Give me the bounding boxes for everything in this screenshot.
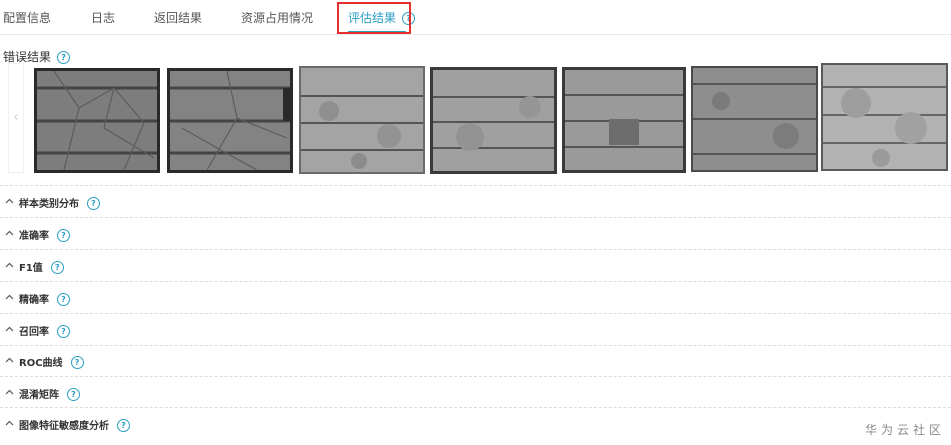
section-image-feature-sensitivity[interactable]: 图像特征敏感度分析? bbox=[0, 409, 951, 439]
error-image-thumbnail[interactable] bbox=[34, 68, 160, 173]
separator bbox=[0, 217, 951, 218]
error-image-thumbnail[interactable] bbox=[430, 67, 557, 174]
error-image-gallery: ‹ bbox=[8, 63, 948, 175]
section-label: 准确率 bbox=[19, 231, 49, 242]
section-confusion-matrix[interactable]: 混淆矩阵? bbox=[0, 378, 951, 408]
separator bbox=[0, 249, 951, 250]
separator bbox=[0, 376, 951, 377]
chevron-up-icon[interactable] bbox=[5, 261, 14, 270]
section-label: 混淆矩阵 bbox=[19, 390, 59, 401]
help-icon[interactable]: ? bbox=[57, 325, 70, 338]
error-image-thumbnail[interactable] bbox=[167, 68, 293, 173]
section-precision[interactable]: 精确率? bbox=[0, 283, 951, 313]
help-icon[interactable]: ? bbox=[87, 197, 100, 210]
chevron-up-icon[interactable] bbox=[5, 229, 14, 238]
section-f1-score[interactable]: F1值? bbox=[0, 251, 951, 281]
section-label: 精确率 bbox=[19, 295, 49, 306]
tab-config-info[interactable]: 配置信息 bbox=[3, 9, 51, 26]
section-header: ROC曲线? bbox=[19, 354, 84, 369]
chevron-up-icon[interactable] bbox=[5, 356, 14, 365]
highlight-box bbox=[337, 2, 411, 34]
tab-label: 日志 bbox=[91, 11, 116, 25]
section-header: 召回率? bbox=[19, 323, 70, 338]
section-header: 准确率? bbox=[19, 227, 70, 242]
chevron-up-icon[interactable] bbox=[5, 197, 14, 206]
chevron-up-icon[interactable] bbox=[5, 388, 14, 397]
help-icon[interactable]: ? bbox=[117, 419, 130, 432]
tab-label: 配置信息 bbox=[3, 11, 52, 25]
section-recall[interactable]: 召回率? bbox=[0, 315, 951, 345]
chevron-up-icon[interactable] bbox=[5, 293, 14, 302]
error-image-thumbnail[interactable] bbox=[299, 66, 425, 174]
section-label: 样本类别分布 bbox=[19, 199, 79, 210]
section-header: F1值? bbox=[19, 259, 64, 274]
tab-bar: 配置信息 日志 返回结果 资源占用情况 评估结果? bbox=[0, 0, 951, 35]
separator bbox=[0, 185, 951, 186]
section-label: F1值 bbox=[19, 263, 43, 274]
section-header: 精确率? bbox=[19, 291, 70, 306]
separator bbox=[0, 281, 951, 282]
section-header: 混淆矩阵? bbox=[19, 386, 80, 401]
error-image-thumbnail[interactable] bbox=[691, 66, 818, 172]
error-image-thumbnail[interactable] bbox=[821, 63, 948, 171]
tab-resource-usage[interactable]: 资源占用情况 bbox=[241, 9, 313, 26]
tab-logs[interactable]: 日志 bbox=[91, 9, 115, 26]
section-accuracy[interactable]: 准确率? bbox=[0, 219, 951, 249]
section-header: 样本类别分布? bbox=[19, 195, 100, 210]
error-image-thumbnail[interactable] bbox=[562, 67, 686, 173]
help-icon[interactable]: ? bbox=[50, 261, 64, 274]
tab-label: 返回结果 bbox=[154, 11, 203, 25]
section-label: 召回率 bbox=[19, 327, 49, 338]
help-icon[interactable]: ? bbox=[57, 293, 70, 306]
watermark: 华为云社区 bbox=[864, 423, 945, 437]
section-title-text: 错误结果 bbox=[3, 50, 52, 64]
separator bbox=[0, 313, 951, 314]
gallery-prev-button[interactable]: ‹ bbox=[8, 63, 24, 173]
section-sample-class-distribution[interactable]: 样本类别分布? bbox=[0, 187, 951, 217]
tab-return-results[interactable]: 返回结果 bbox=[154, 9, 202, 26]
section-label: ROC曲线 bbox=[19, 358, 63, 369]
help-icon[interactable]: ? bbox=[57, 229, 70, 242]
separator bbox=[0, 407, 951, 408]
section-roc-curve[interactable]: ROC曲线? bbox=[0, 346, 951, 376]
help-icon[interactable]: ? bbox=[70, 356, 84, 369]
section-label: 图像特征敏感度分析 bbox=[19, 421, 109, 432]
help-icon[interactable]: ? bbox=[67, 388, 80, 401]
chevron-up-icon[interactable] bbox=[5, 325, 14, 334]
tab-label: 资源占用情况 bbox=[241, 11, 314, 25]
section-header: 图像特征敏感度分析? bbox=[19, 417, 130, 432]
chevron-up-icon[interactable] bbox=[5, 419, 14, 428]
